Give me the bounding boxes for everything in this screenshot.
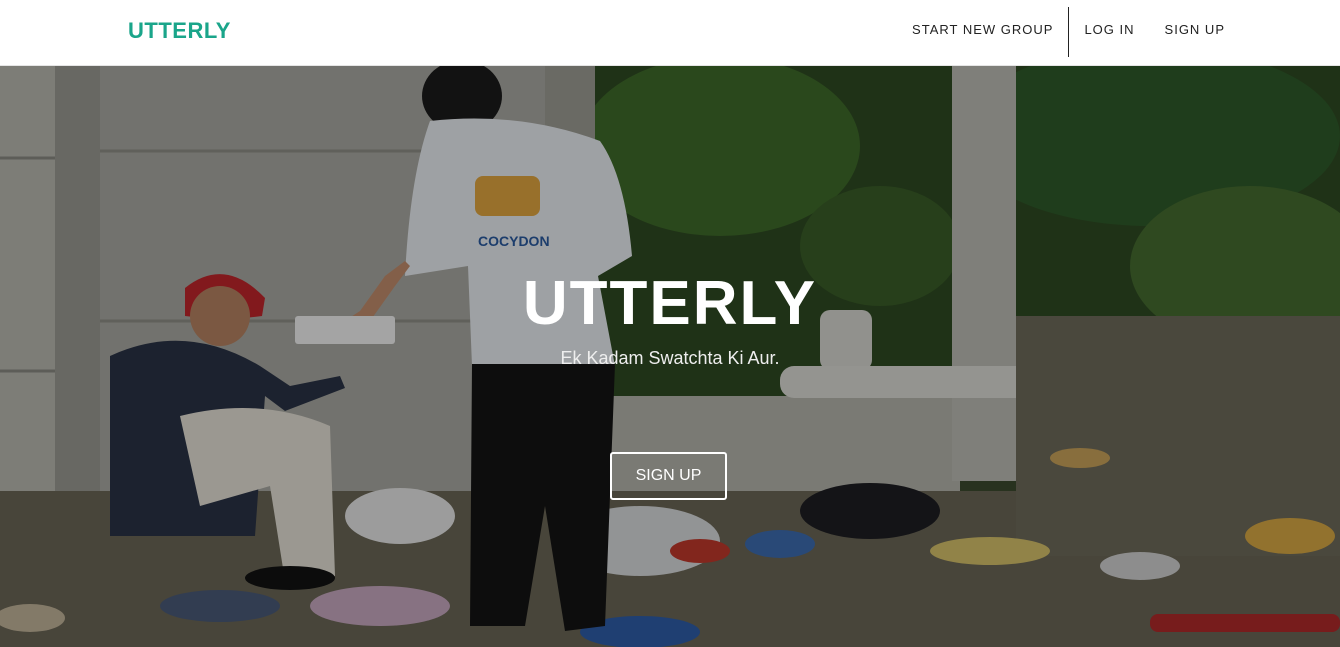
nav-log-in[interactable]: LOG IN bbox=[1069, 22, 1149, 37]
nav-links: START NEW GROUP LOG IN SIGN UP bbox=[897, 0, 1240, 58]
top-navbar: UTTERLY START NEW GROUP LOG IN SIGN UP bbox=[0, 0, 1340, 66]
hero-banner: COCYDON UTTERLY Ek Kadam Swatchta Ki Aur… bbox=[0, 66, 1340, 647]
hero-subtitle: Ek Kadam Swatchta Ki Aur. bbox=[560, 348, 780, 368]
nav-sign-up[interactable]: SIGN UP bbox=[1150, 22, 1240, 37]
hero-sign-up-button[interactable]: SIGN UP bbox=[610, 452, 727, 500]
brand-logo-link[interactable]: UTTERLY bbox=[128, 18, 231, 44]
nav-start-new-group[interactable]: START NEW GROUP bbox=[897, 22, 1068, 37]
hero-title: UTTERLY bbox=[522, 269, 818, 338]
